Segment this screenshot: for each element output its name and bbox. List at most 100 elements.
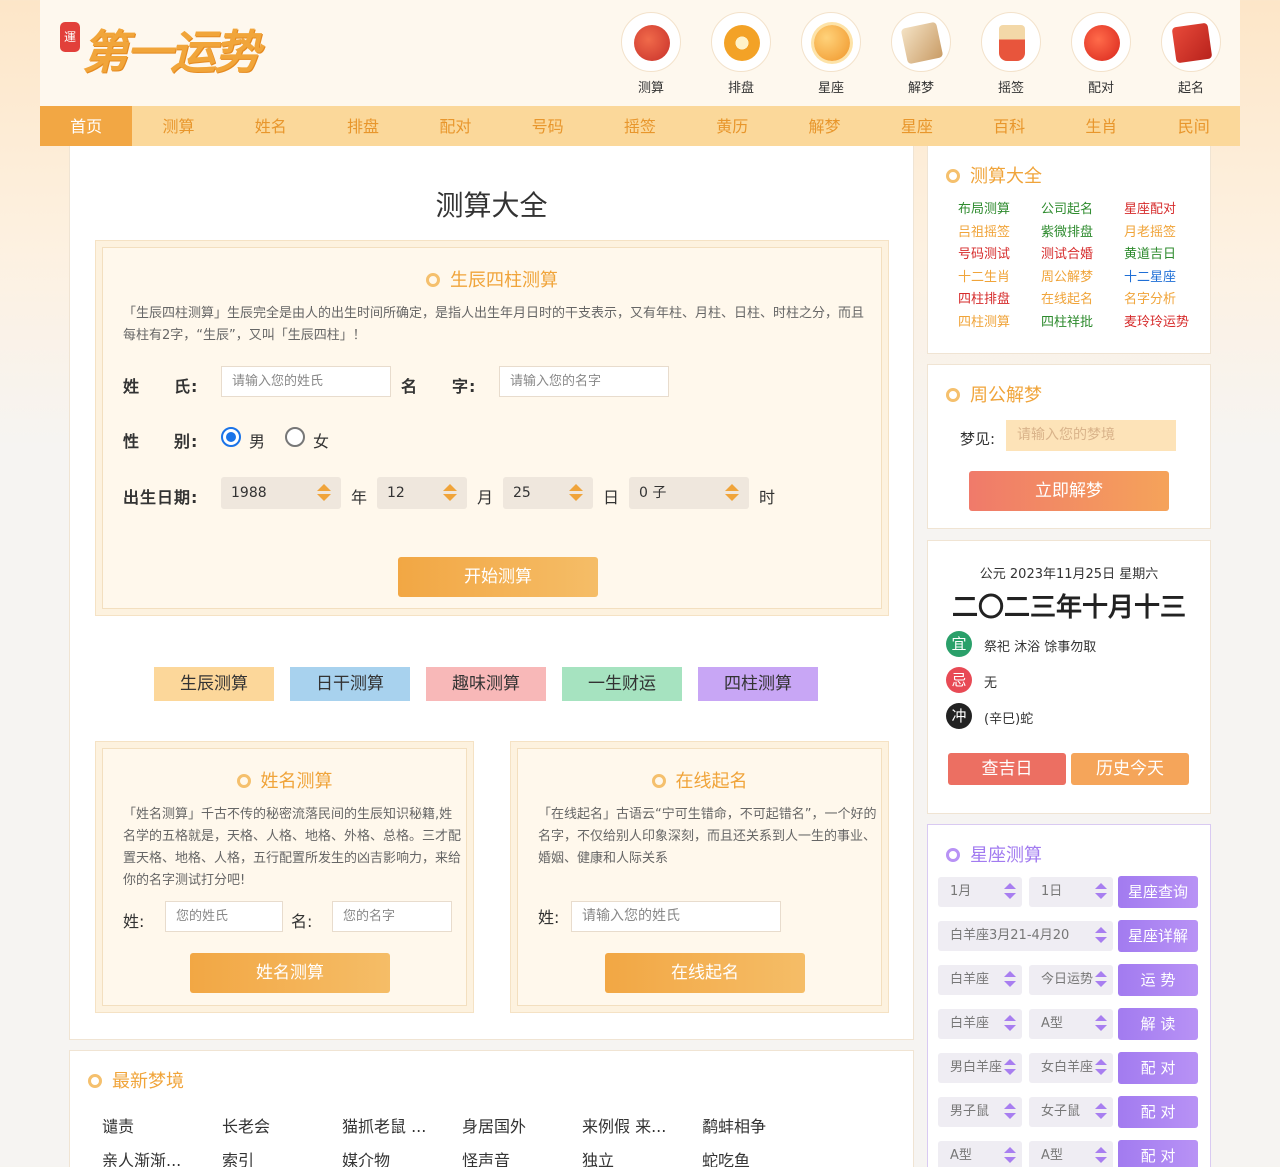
name-test-name-input[interactable]: 您的名字 [332,901,452,932]
dream-item[interactable]: 索引 [222,1147,342,1167]
sign-match-button[interactable]: 配 对 [1118,1052,1198,1084]
link-item[interactable]: 周公解梦 [1041,270,1124,287]
name-test-submit-button[interactable]: 姓名测算 [190,953,390,993]
dream-item[interactable]: 猫抓老鼠 ... [342,1113,462,1137]
link-item[interactable]: 十二生肖 [958,270,1041,287]
top-icon-chart[interactable]: 排盘 [696,12,786,96]
tab-wealth-test[interactable]: 一生财运 [562,667,682,701]
bazi-submit-button[interactable]: 开始测算 [398,557,598,597]
link-item[interactable]: 星座配对 [1124,202,1207,219]
site-logo[interactable]: 運 第一运势 [60,14,260,90]
nav-folk[interactable]: 民间 [1148,106,1240,146]
nav-shengxiao[interactable]: 生肖 [1055,106,1147,146]
top-icon-zodiac[interactable]: 星座 [786,12,876,96]
tab-birth-test[interactable]: 生辰测算 [154,667,274,701]
naming-surname-input[interactable]: 请输入您的姓氏 [571,901,781,932]
link-item[interactable]: 吕祖摇签 [958,225,1041,242]
male-blood-select[interactable]: A型 [938,1141,1022,1167]
chong-badge: 冲 [946,703,972,729]
dream-item[interactable]: 长老会 [222,1113,342,1137]
dream-item[interactable]: 媒介物 [342,1147,462,1167]
link-item[interactable]: 四柱测算 [958,315,1041,332]
hour-select[interactable]: 0 子 [629,477,749,509]
blood-sign-select[interactable]: 白羊座 [938,1009,1022,1039]
name-test-panel: 姓名测算 「姓名测算」千古不传的秘密流落民间的生辰知识秘籍,姓名学的五格就是，天… [95,741,474,1013]
male-sign-select[interactable]: 男白羊座 [938,1053,1022,1083]
nav-chart[interactable]: 排盘 [317,106,409,146]
name-input[interactable]: 请输入您的名字 [499,366,669,397]
dream-item[interactable]: 独立 [582,1147,702,1167]
fortune-sign-select[interactable]: 白羊座 [938,965,1022,995]
fortune-period-select[interactable]: 今日运势 [1029,965,1113,995]
name-test-surname-input[interactable]: 您的姓氏 [165,901,283,932]
dream-item[interactable]: 身居国外 [462,1113,582,1137]
link-item[interactable]: 黄道吉日 [1124,247,1207,264]
history-today-button[interactable]: 历史今天 [1071,753,1189,785]
blood-type-select[interactable]: A型 [1029,1009,1113,1039]
bazi-panel: 生辰四柱测算 「生辰四柱测算」生辰完全是由人的出生时间所确定，是指人出生年月日时… [95,240,889,616]
zodiac-day-select[interactable]: 1日 [1029,877,1113,907]
link-item[interactable]: 四柱排盘 [958,292,1041,309]
male-animal-select[interactable]: 男子鼠 [938,1097,1022,1127]
month-select[interactable]: 12 [377,477,467,509]
gender-female-radio[interactable] [285,427,305,447]
tab-sizhu-test[interactable]: 四柱测算 [698,667,818,701]
animal-match-button[interactable]: 配 对 [1118,1096,1198,1128]
link-item[interactable]: 在线起名 [1041,292,1124,309]
naming-submit-button[interactable]: 在线起名 [605,953,805,993]
lucky-day-button[interactable]: 查吉日 [948,753,1066,785]
year-select[interactable]: 1988 [221,477,341,509]
zodiac-month-select[interactable]: 1月 [938,877,1022,907]
tab-daygan-test[interactable]: 日干测算 [290,667,410,701]
yi-text: 祭祀 沐浴 馀事勿取 [984,640,1097,655]
link-item[interactable]: 十二星座 [1124,270,1207,287]
dream-input[interactable]: 请输入您的梦境 [1006,420,1176,451]
nav-dream[interactable]: 解梦 [778,106,870,146]
link-item[interactable]: 麦玲玲运势 [1124,315,1207,332]
link-item[interactable]: 测试合婚 [1041,247,1124,264]
nav-sticks[interactable]: 摇签 [594,106,686,146]
link-item[interactable]: 紫微排盘 [1041,225,1124,242]
zodiac-sign-select[interactable]: 白羊座3月21-4月20 [938,921,1113,951]
link-item[interactable]: 号码测试 [958,247,1041,264]
top-icon-match[interactable]: 配对 [1056,12,1146,96]
day-select[interactable]: 25 [503,477,593,509]
gender-male-radio[interactable] [221,427,241,447]
link-item[interactable]: 四柱祥批 [1041,315,1124,332]
zodiac-query-button[interactable]: 星座查询 [1118,876,1198,908]
nav-fortune[interactable]: 测算 [132,106,224,146]
nav-almanac[interactable]: 黄历 [686,106,778,146]
tab-fun-test[interactable]: 趣味测算 [426,667,546,701]
zodiac-detail-button[interactable]: 星座详解 [1118,920,1198,952]
fortune-button[interactable]: 运 势 [1118,964,1198,996]
surname-input[interactable]: 请输入您的姓氏 [221,366,391,397]
dream-item[interactable]: 蛇吃鱼 [702,1147,822,1167]
female-sign-select[interactable]: 女白羊座 [1029,1053,1113,1083]
interpret-button[interactable]: 解 读 [1118,1008,1198,1040]
link-item[interactable]: 名字分析 [1124,292,1207,309]
select-arrows-icon [1004,883,1016,901]
blood-match-button[interactable]: 配 对 [1118,1140,1198,1167]
female-animal-select[interactable]: 女子鼠 [1029,1097,1113,1127]
nav-home[interactable]: 首页 [40,106,133,153]
dream-submit-button[interactable]: 立即解梦 [969,471,1169,511]
nav-number[interactable]: 号码 [501,106,593,146]
link-item[interactable]: 月老摇签 [1124,225,1207,242]
top-icon-naming[interactable]: 起名 [1146,12,1236,96]
dream-item[interactable]: 亲人渐渐... [102,1147,222,1167]
top-icon-sticks[interactable]: 摇签 [966,12,1056,96]
link-item[interactable]: 布局测算 [958,202,1041,219]
dream-item[interactable]: 谴责 [102,1113,222,1137]
top-icon-fortune[interactable]: 测算 [606,12,696,96]
dream-title: 周公解梦 [946,381,1042,407]
nav-match[interactable]: 配对 [409,106,501,146]
top-icon-dream[interactable]: 解梦 [876,12,966,96]
dream-item[interactable]: 怪声音 [462,1147,582,1167]
female-blood-select[interactable]: A型 [1029,1141,1113,1167]
dream-item[interactable]: 来例假 来... [582,1113,702,1137]
link-item[interactable]: 公司起名 [1041,202,1124,219]
nav-name[interactable]: 姓名 [225,106,317,146]
nav-wiki[interactable]: 百科 [963,106,1055,146]
nav-zodiac[interactable]: 星座 [871,106,963,146]
dream-item[interactable]: 鹬蚌相争 [702,1113,822,1137]
